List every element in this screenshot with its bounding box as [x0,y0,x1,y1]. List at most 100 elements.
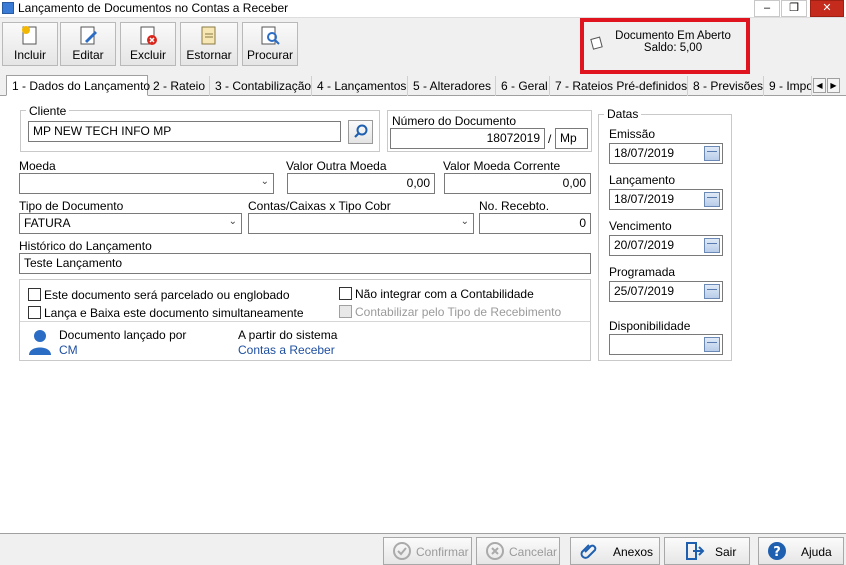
calendar-icon[interactable] [704,238,720,253]
incluir-button[interactable]: Incluir [2,22,58,66]
valor-moeda-corrente-input[interactable]: 0,00 [444,173,591,194]
confirmar-label: Confirmar [416,545,469,559]
disponibilidade-label: Disponibilidade [609,319,691,333]
datas-title: Datas [604,107,642,121]
tab-contabilizacao[interactable]: 3 - Contabilização [210,76,312,96]
tipo-documento-value: FATURA [24,216,71,230]
sistema-label: A partir do sistema [238,328,338,342]
lanca-baixa-label: Lança e Baixa este documento simultaneam… [44,306,304,320]
excluir-button[interactable]: Excluir [120,22,176,66]
estornar-button[interactable]: Estornar [180,22,238,66]
tab-previsoes[interactable]: 8 - Previsões [688,76,764,96]
valor-moeda-corrente-label: Valor Moeda Corrente [443,159,561,173]
numero-separator: / [548,132,552,146]
editar-button[interactable]: Editar [60,22,116,66]
new-document-icon [22,26,37,45]
vencimento-value: 20/07/2019 [614,238,675,252]
tab-bar: 1 - Dados do Lançamento 2 - Rateio 3 - C… [0,75,846,96]
tipo-documento-label: Tipo de Documento [19,199,124,213]
calendar-icon[interactable] [704,337,720,352]
numero-documento-input[interactable]: 18072019 [390,128,545,149]
lancamento-label: Lançamento [609,173,676,187]
paperclip-icon [580,544,597,559]
parcelado-label: Este documento será parcelado ou engloba… [44,288,290,302]
disponibilidade-input[interactable] [609,334,723,355]
sistema-value: Contas a Receber [238,343,335,357]
tab-geral[interactable]: 6 - Geral [496,76,550,96]
tab-rateios-predefinidos[interactable]: 7 - Rateios Pré-definidos [550,76,688,96]
valor-outra-moeda-input[interactable]: 0,00 [287,173,435,194]
document-status-box: Documento Em Aberto Saldo: 5,00 [580,18,750,74]
cancelar-label: Cancelar [509,545,558,559]
valor-outra-moeda-label: Valor Outra Moeda [286,159,387,173]
programada-input[interactable]: 25/07/2019 [609,281,723,302]
calendar-icon[interactable] [704,284,720,299]
tab-dados-lancamento[interactable]: 1 - Dados do Lançamento [6,75,150,96]
emissao-label: Emissão [609,127,656,141]
tab-scroll-left-icon[interactable]: ◀ [813,78,826,93]
nao-integrar-checkbox[interactable] [339,287,352,300]
vencimento-input[interactable]: 20/07/2019 [609,235,723,256]
minimize-icon[interactable]: – [754,0,780,17]
main-panel: Cliente MP NEW TECH INFO MP Número do Do… [0,96,846,534]
anexos-button[interactable]: Anexos [570,537,660,565]
cliente-search-button[interactable] [348,120,373,144]
confirmar-button[interactable]: Confirmar [383,537,472,565]
sair-button[interactable]: Sair [664,537,750,565]
user-icon [29,330,51,355]
contabilizar-checkbox[interactable] [339,305,352,318]
reverse-document-icon [201,26,216,45]
historico-label: Histórico do Lançamento [19,239,152,253]
title-bar: Lançamento de Documentos no Contas a Rec… [0,0,846,18]
numero-sufixo-input[interactable]: Mp [555,128,588,149]
search-icon [354,124,368,138]
programada-label: Programada [609,265,676,279]
tab-impostos[interactable]: 9 - Impo [764,76,812,96]
tab-scroll-right-icon[interactable]: ▶ [827,78,840,93]
status-line-2: Saldo: 5,00 [643,42,703,54]
restore-icon[interactable]: ❐ [781,0,807,17]
contas-caixas-select[interactable]: ⌄ [248,213,474,234]
help-icon: ? [768,542,786,560]
status-line-1: Documento Em Aberto [615,30,731,42]
tipo-documento-select[interactable]: FATURA ⌄ [19,213,242,234]
lancamento-date-input[interactable]: 18/07/2019 [609,189,723,210]
calendar-icon[interactable] [704,146,720,161]
procurar-button[interactable]: Procurar [242,22,298,66]
nao-integrar-label: Não integrar com a Contabilidade [355,287,534,301]
tab-lancamentos[interactable]: 4 - Lançamentos [312,76,408,96]
document-status-icon [590,36,603,50]
contas-caixas-label: Contas/Caixas x Tipo Cobr [248,199,391,213]
procurar-label: Procurar [246,48,293,62]
tab-alteradores[interactable]: 5 - Alteradores [408,76,496,96]
calendar-icon[interactable] [704,192,720,207]
confirm-icon [393,542,411,560]
recebto-input[interactable]: 0 [479,213,591,234]
moeda-label: Moeda [19,159,56,173]
svg-text:?: ? [773,545,781,560]
window-title: Lançamento de Documentos no Contas a Rec… [18,1,289,15]
chevron-down-icon: ⌄ [228,216,237,227]
parcelado-checkbox[interactable] [28,288,41,301]
chevron-down-icon: ⌄ [460,216,469,227]
programada-value: 25/07/2019 [614,284,675,298]
contabilizar-label: Contabilizar pelo Tipo de Recebimento [355,305,562,319]
lanca-baixa-checkbox[interactable] [28,306,41,319]
edit-document-icon [80,26,97,45]
tab-rateio[interactable]: 2 - Rateio [148,76,210,96]
cliente-label: Cliente [26,104,70,118]
delete-document-icon [140,26,157,45]
options-divider [20,321,590,322]
cancelar-button[interactable]: Cancelar [476,537,560,565]
lancado-por-value: CM [59,343,78,357]
cliente-input[interactable]: MP NEW TECH INFO MP [28,121,341,142]
lancado-por-label: Documento lançado por [59,328,187,342]
close-icon[interactable]: ✕ [810,0,844,17]
ajuda-button[interactable]: ? Ajuda [758,537,844,565]
historico-input[interactable]: Teste Lançamento [19,253,591,274]
emissao-input[interactable]: 18/07/2019 [609,143,723,164]
moeda-select[interactable]: ⌄ [19,173,274,194]
estornar-label: Estornar [186,48,232,62]
app-icon [2,2,14,14]
cancel-icon [486,542,504,560]
